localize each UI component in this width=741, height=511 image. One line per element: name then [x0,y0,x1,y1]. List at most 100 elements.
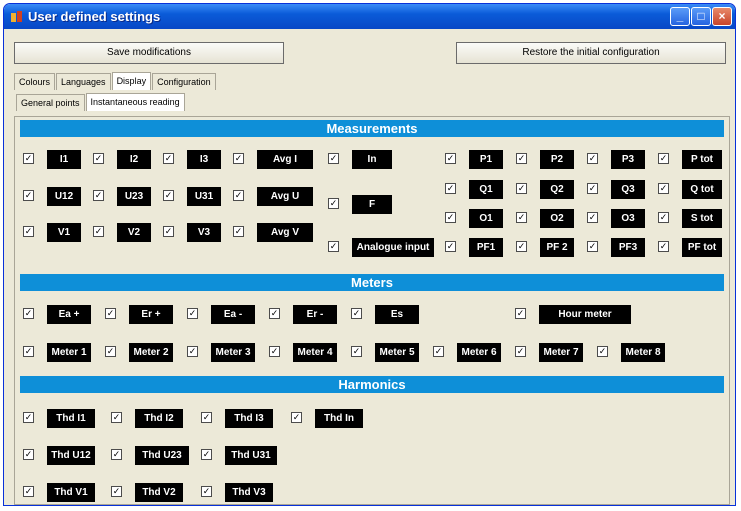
label-measurements-q1: Q1 [469,180,503,199]
checkbox-measurements-i3[interactable]: ✓ [163,153,174,164]
checkbox-measurements-u12[interactable]: ✓ [23,190,34,201]
checkbox-measurements-avgv[interactable]: ✓ [233,226,244,237]
harmonics-header: Harmonics [20,376,724,393]
checkbox-harmonics-i2[interactable]: ✓ [111,412,122,423]
checkbox-measurements-o3[interactable]: ✓ [587,212,598,223]
label-meters-eam: Ea - [211,305,255,324]
checkbox-measurements-ptot[interactable]: ✓ [658,153,669,164]
checkbox-measurements-pf1[interactable]: ✓ [445,241,456,252]
checkbox-meters-erp[interactable]: ✓ [105,308,116,319]
checkbox-measurements-p1[interactable]: ✓ [445,153,456,164]
label-measurements-f: F [352,195,392,214]
label-meters-m2: Meter 2 [129,343,173,362]
label-meters-m7: Meter 7 [539,343,583,362]
label-measurements-i1: I1 [47,150,81,169]
title-bar[interactable]: User defined settings _ □ × [4,4,735,29]
checkbox-meters-m8[interactable]: ✓ [597,346,608,357]
checkbox-meters-eam[interactable]: ✓ [187,308,198,319]
checkbox-harmonics-u23[interactable]: ✓ [111,449,122,460]
label-measurements-v2: V2 [117,223,151,242]
label-meters-hour: Hour meter [539,305,631,324]
label-measurements-o3: O3 [611,209,645,228]
label-measurements-u31: U31 [187,187,221,206]
instantaneous-reading-panel: Measurements Meters Harmonics ✓ I1 ✓ I2 ✓ I3 ✓… [14,116,730,505]
label-meters-erm: Er - [293,305,337,324]
checkbox-meters-eap[interactable]: ✓ [23,308,34,319]
checkbox-measurements-i2[interactable]: ✓ [93,153,104,164]
checkbox-meters-m6[interactable]: ✓ [433,346,444,357]
label-measurements-v3: V3 [187,223,221,242]
checkbox-measurements-i1[interactable]: ✓ [23,153,34,164]
tab-display[interactable]: Display [111,72,152,90]
checkbox-measurements-avgu[interactable]: ✓ [233,190,244,201]
checkbox-measurements-u31[interactable]: ✓ [163,190,174,201]
window-title: User defined settings [28,9,161,24]
tab-configuration[interactable]: Configuration [152,73,216,90]
label-meters-m5: Meter 5 [375,343,419,362]
label-harmonics-i2: Thd I2 [135,409,183,428]
checkbox-measurements-p3[interactable]: ✓ [587,153,598,164]
checkbox-measurements-stot[interactable]: ✓ [658,212,669,223]
label-measurements-o2: O2 [540,209,574,228]
checkbox-measurements-pf2[interactable]: ✓ [516,241,527,252]
checkbox-harmonics-v1[interactable]: ✓ [23,486,34,497]
subtab-general-points[interactable]: General points [16,94,85,111]
label-measurements-p1: P1 [469,150,503,169]
checkbox-meters-m4[interactable]: ✓ [269,346,280,357]
checkbox-measurements-p2[interactable]: ✓ [516,153,527,164]
checkbox-measurements-analogue[interactable]: ✓ [328,241,339,252]
checkbox-measurements-pftot[interactable]: ✓ [658,241,669,252]
checkbox-measurements-u23[interactable]: ✓ [93,190,104,201]
checkbox-measurements-qtot[interactable]: ✓ [658,183,669,194]
checkbox-harmonics-v3[interactable]: ✓ [201,486,212,497]
checkbox-measurements-v1[interactable]: ✓ [23,226,34,237]
checkbox-harmonics-i3[interactable]: ✓ [201,412,212,423]
checkbox-meters-m1[interactable]: ✓ [23,346,34,357]
label-measurements-pf2: PF 2 [540,238,574,257]
checkbox-measurements-q2[interactable]: ✓ [516,183,527,194]
checkbox-measurements-avgi[interactable]: ✓ [233,153,244,164]
save-modifications-button[interactable]: Save modifications [14,42,284,64]
label-meters-eap: Ea + [47,305,91,324]
checkbox-meters-m3[interactable]: ✓ [187,346,198,357]
label-meters-m4: Meter 4 [293,343,337,362]
checkbox-measurements-q3[interactable]: ✓ [587,183,598,194]
checkbox-measurements-v2[interactable]: ✓ [93,226,104,237]
label-harmonics-u31: Thd U31 [225,446,277,465]
label-measurements-v1: V1 [47,223,81,242]
checkbox-measurements-f[interactable]: ✓ [328,198,339,209]
label-harmonics-v3: Thd V3 [225,483,273,502]
checkbox-harmonics-u12[interactable]: ✓ [23,449,34,460]
checkbox-meters-m7[interactable]: ✓ [515,346,526,357]
checkbox-meters-hour[interactable]: ✓ [515,308,526,319]
checkbox-measurements-pf3[interactable]: ✓ [587,241,598,252]
label-harmonics-v1: Thd V1 [47,483,95,502]
checkbox-harmonics-in[interactable]: ✓ [291,412,302,423]
label-meters-m3: Meter 3 [211,343,255,362]
checkbox-measurements-in[interactable]: ✓ [328,153,339,164]
label-measurements-q2: Q2 [540,180,574,199]
checkbox-measurements-o1[interactable]: ✓ [445,212,456,223]
close-button[interactable]: × [712,7,732,26]
restore-initial-configuration-button[interactable]: Restore the initial configuration [456,42,726,64]
label-measurements-stot: S tot [682,209,722,228]
minimize-button[interactable]: _ [670,7,690,26]
label-measurements-p2: P2 [540,150,574,169]
checkbox-measurements-q1[interactable]: ✓ [445,183,456,194]
tab-colours[interactable]: Colours [14,73,56,90]
label-measurements-i3: I3 [187,150,221,169]
checkbox-measurements-v3[interactable]: ✓ [163,226,174,237]
tab-languages[interactable]: Languages [56,73,111,90]
checkbox-meters-m2[interactable]: ✓ [105,346,116,357]
checkbox-meters-es[interactable]: ✓ [351,308,362,319]
checkbox-measurements-o2[interactable]: ✓ [516,212,527,223]
checkbox-meters-m5[interactable]: ✓ [351,346,362,357]
label-measurements-avgv: Avg V [257,223,313,242]
maximize-button[interactable]: □ [691,7,711,26]
checkbox-meters-erm[interactable]: ✓ [269,308,280,319]
checkbox-harmonics-i1[interactable]: ✓ [23,412,34,423]
label-measurements-i2: I2 [117,150,151,169]
subtab-instantaneous-reading[interactable]: Instantaneous reading [85,93,185,111]
checkbox-harmonics-v2[interactable]: ✓ [111,486,122,497]
checkbox-harmonics-u31[interactable]: ✓ [201,449,212,460]
